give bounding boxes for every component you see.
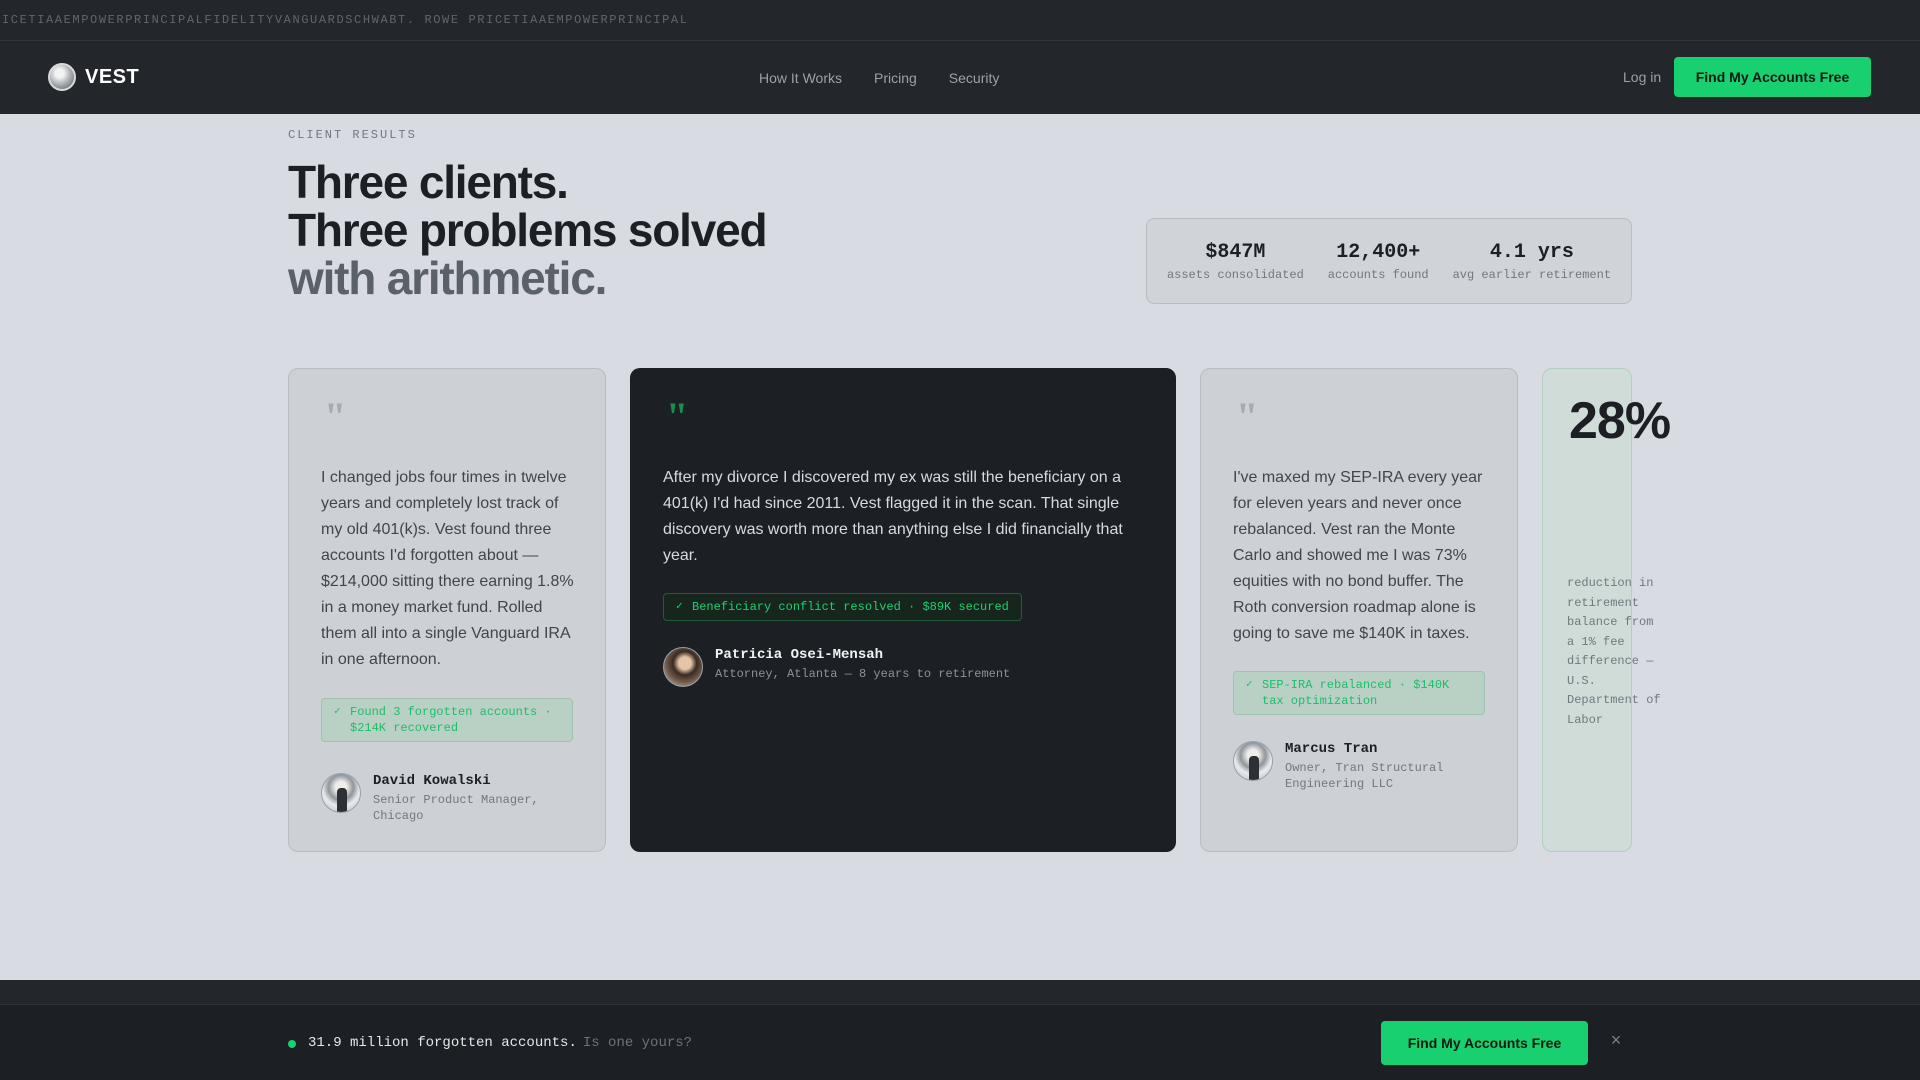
headline-line-1: Three clients. bbox=[288, 156, 569, 208]
testimonial-card-tran: " I've maxed my SEP-IRA every year for e… bbox=[1200, 368, 1518, 852]
nav-link-how-it-works[interactable]: How It Works bbox=[759, 70, 842, 86]
stat-value: $847M bbox=[1205, 240, 1266, 264]
ticker-strip: ICETIAAEMPOWERPRINCIPALFIDELITYVANGUARDS… bbox=[0, 0, 1920, 41]
result-badge: Found 3 forgotten accounts · $214K recov… bbox=[321, 698, 573, 742]
testimonial-quote: I've maxed my SEP-IRA every year for ele… bbox=[1233, 469, 1483, 642]
author-name: Patricia Osei-Mensah bbox=[715, 647, 884, 663]
avatar bbox=[321, 773, 361, 813]
stat-value: 4.1 yrs bbox=[1489, 240, 1574, 264]
top-nav: VEST How It Works Pricing Security Log i… bbox=[0, 41, 1920, 114]
result-badge: SEP-IRA rebalanced · $140K tax optimizat… bbox=[1233, 671, 1485, 715]
logo-text: VEST bbox=[85, 65, 140, 88]
testimonial-author: Patricia Osei-Mensah Attorney, Atlanta —… bbox=[663, 647, 1010, 687]
page-title: Three clients. Three problems solved wit… bbox=[288, 156, 768, 304]
close-icon[interactable]: × bbox=[1607, 1031, 1625, 1049]
nav-links: How It Works Pricing Security bbox=[759, 41, 1031, 114]
section-eyebrow: CLIENT RESULTS bbox=[288, 128, 417, 142]
headline-line-3: with arithmetic. bbox=[288, 252, 607, 304]
footer-message-question: Is one yours? bbox=[582, 1035, 693, 1051]
author-info: Marcus Tran Owner, Tran Structural Engin… bbox=[1285, 741, 1485, 792]
fee-stat-number: 28% bbox=[1569, 392, 1671, 450]
result-badge: Beneficiary conflict resolved · $89K sec… bbox=[663, 593, 1022, 621]
nav-cta-button[interactable]: Find My Accounts Free bbox=[1674, 57, 1871, 97]
quote-icon: " bbox=[666, 394, 689, 439]
author-role: Attorney, Atlanta — 8 years to retiremen… bbox=[715, 667, 1011, 681]
footer-message-main: 31.9 million forgotten accounts. bbox=[308, 1035, 577, 1051]
author-name: Marcus Tran bbox=[1285, 741, 1378, 757]
testimonial-quote: After my divorce I discovered my ex was … bbox=[663, 469, 1123, 564]
avatar bbox=[1233, 741, 1273, 781]
logo[interactable]: VEST bbox=[48, 63, 139, 91]
stats-panel: $847M assets consolidated 12,400+ accoun… bbox=[1146, 218, 1632, 304]
footer-message: 31.9 million forgotten accounts. Is one y… bbox=[308, 1035, 692, 1051]
stat-value: 12,400+ bbox=[1336, 240, 1421, 264]
stat-accounts: 12,400+ accounts found bbox=[1316, 241, 1441, 282]
testimonial-author: Marcus Tran Owner, Tran Structural Engin… bbox=[1233, 741, 1485, 792]
author-role: Senior Product Manager, Chicago bbox=[373, 793, 539, 823]
stat-retirement: 4.1 yrs avg earlier retirement bbox=[1441, 241, 1623, 282]
author-info: Patricia Osei-Mensah Attorney, Atlanta —… bbox=[715, 647, 1010, 682]
quote-icon: " bbox=[324, 394, 347, 439]
fee-stat-card: 28% reduction in retirement balance from… bbox=[1542, 368, 1671, 852]
stat-label: avg earlier retirement bbox=[1452, 267, 1612, 282]
ticker-text: ICETIAAEMPOWERPRINCIPALFIDELITYVANGUARDS… bbox=[2, 13, 689, 27]
testimonial-quote: I changed jobs four times in twelve year… bbox=[321, 469, 574, 668]
quote-icon: " bbox=[1236, 394, 1259, 439]
logo-icon bbox=[48, 63, 76, 91]
stat-assets: $847M assets consolidated bbox=[1155, 241, 1316, 282]
stat-label: accounts found bbox=[1327, 267, 1429, 282]
author-role: Owner, Tran Structural Engineering LLC bbox=[1285, 761, 1444, 791]
status-dot-icon bbox=[288, 1040, 296, 1048]
headline-line-2: Three problems solved bbox=[288, 204, 768, 256]
stat-label: assets consolidated bbox=[1166, 267, 1304, 282]
footer-divider bbox=[0, 980, 1920, 1004]
nav-link-security[interactable]: Security bbox=[949, 70, 1000, 86]
avatar bbox=[663, 647, 703, 687]
testimonial-card-osei-mensah: " After my divorce I discovered my ex wa… bbox=[630, 368, 1176, 852]
fee-stat-caption: reduction in retirement balance from a 1… bbox=[1567, 576, 1661, 727]
author-info: David Kowalski Senior Product Manager, C… bbox=[373, 773, 563, 824]
testimonial-card-kowalski: " I changed jobs four times in twelve ye… bbox=[288, 368, 606, 852]
sticky-footer-bar: 31.9 million forgotten accounts. Is one y… bbox=[0, 1004, 1920, 1080]
author-name: David Kowalski bbox=[373, 773, 491, 789]
testimonial-author: David Kowalski Senior Product Manager, C… bbox=[321, 773, 563, 824]
nav-link-pricing[interactable]: Pricing bbox=[874, 70, 917, 86]
footer-cta-button[interactable]: Find My Accounts Free bbox=[1381, 1021, 1588, 1065]
login-link[interactable]: Log in bbox=[1623, 69, 1661, 85]
